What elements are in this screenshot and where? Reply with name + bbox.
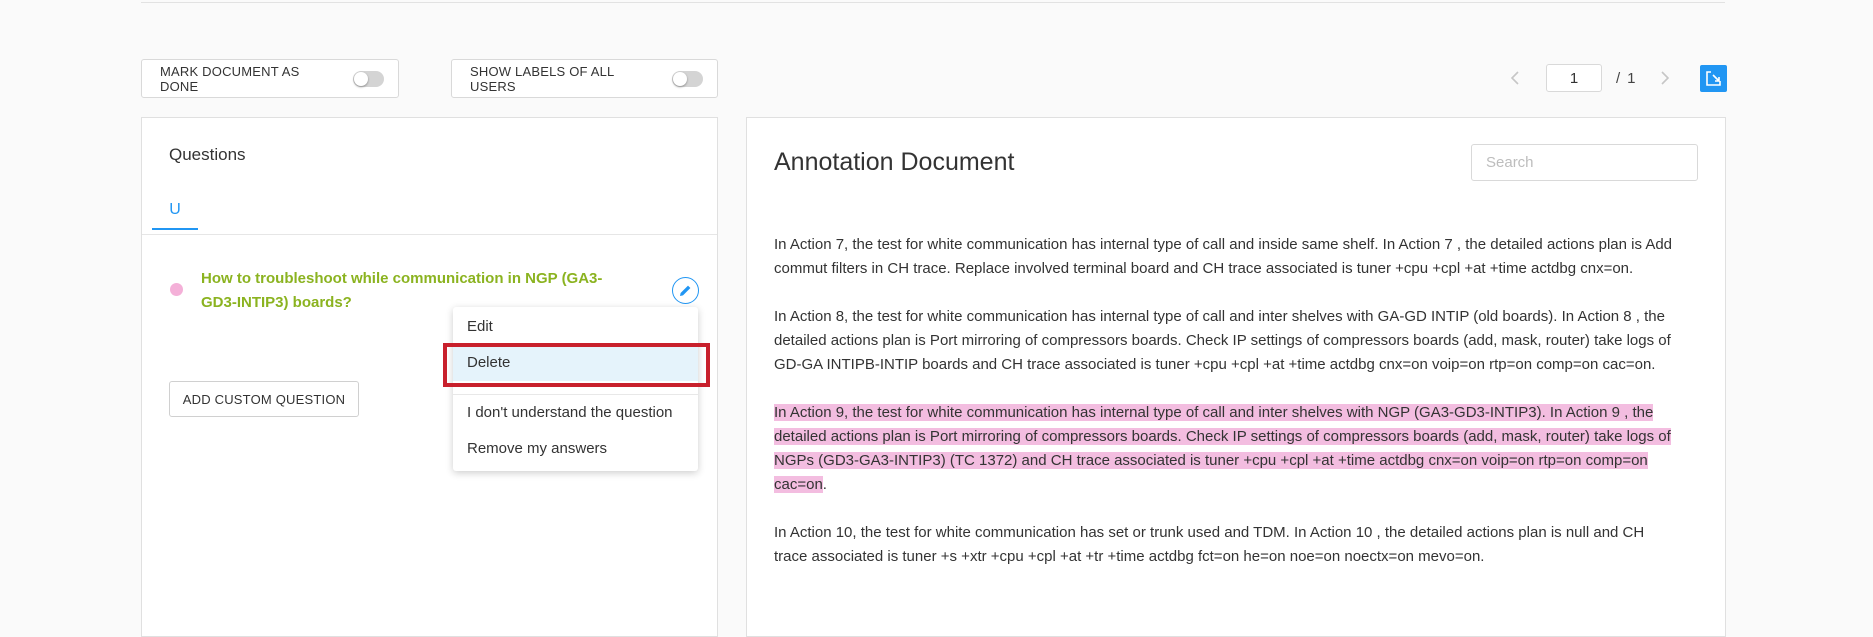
paragraph-tail: . <box>822 476 827 493</box>
chevron-right-icon[interactable] <box>1650 63 1680 93</box>
show-labels-label: SHOW LABELS OF ALL USERS <box>470 63 615 94</box>
document-body: In Action 7, the test for white communic… <box>774 233 1674 593</box>
edit-question-button[interactable] <box>672 277 699 304</box>
show-labels-toggle[interactable]: SHOW LABELS OF ALL USERS <box>451 59 718 98</box>
search-field[interactable] <box>1471 144 1698 181</box>
document-title: Annotation Document <box>774 148 1015 176</box>
total-pages: 1 <box>1627 69 1636 87</box>
menu-item-delete[interactable]: Delete <box>453 345 698 381</box>
menu-item-edit[interactable]: Edit <box>453 309 698 345</box>
question-color-dot <box>170 283 183 296</box>
chevron-left-icon[interactable] <box>1500 63 1530 93</box>
tabs-divider <box>142 234 717 235</box>
show-labels-switch[interactable] <box>672 70 703 87</box>
fit-to-page-button[interactable] <box>1700 65 1727 92</box>
questions-title: Questions <box>169 145 246 164</box>
tab-u[interactable]: U <box>152 201 198 230</box>
pencil-icon <box>680 285 691 296</box>
menu-item-remove-answers[interactable]: Remove my answers <box>453 431 698 467</box>
menu-item-dont-understand[interactable]: I don't understand the question <box>453 395 698 431</box>
switch-knob <box>673 71 687 86</box>
page-number-input[interactable] <box>1546 64 1602 92</box>
document-paragraph: In Action 7, the test for white communic… <box>774 236 1673 277</box>
mark-done-switch[interactable] <box>353 70 384 87</box>
annotation-document-panel: Annotation Document In Action 7, the tes… <box>746 117 1726 637</box>
page-separator: / <box>1616 69 1621 87</box>
search-input[interactable] <box>1484 153 1687 172</box>
add-custom-question-button[interactable]: ADD CUSTOM QUESTION <box>169 381 359 417</box>
pagination: / 1 <box>1500 63 1680 93</box>
mark-document-done-toggle[interactable]: MARK DOCUMENT AS DONE <box>141 59 399 98</box>
mark-document-done-label: MARK DOCUMENT AS DONE <box>160 63 300 94</box>
top-divider <box>141 2 1725 3</box>
document-paragraph: In Action 8, the test for white communic… <box>774 308 1671 373</box>
switch-knob <box>354 71 368 86</box>
document-paragraph-annotated: In Action 9, the test for white communic… <box>774 401 1674 497</box>
document-paragraph: In Action 10, the test for white communi… <box>774 524 1645 565</box>
fit-to-page-icon <box>1706 71 1721 86</box>
question-context-menu: Edit Delete I don't understand the quest… <box>453 307 698 471</box>
annotation-highlight[interactable]: In Action 9, the test for white communic… <box>774 404 1671 493</box>
